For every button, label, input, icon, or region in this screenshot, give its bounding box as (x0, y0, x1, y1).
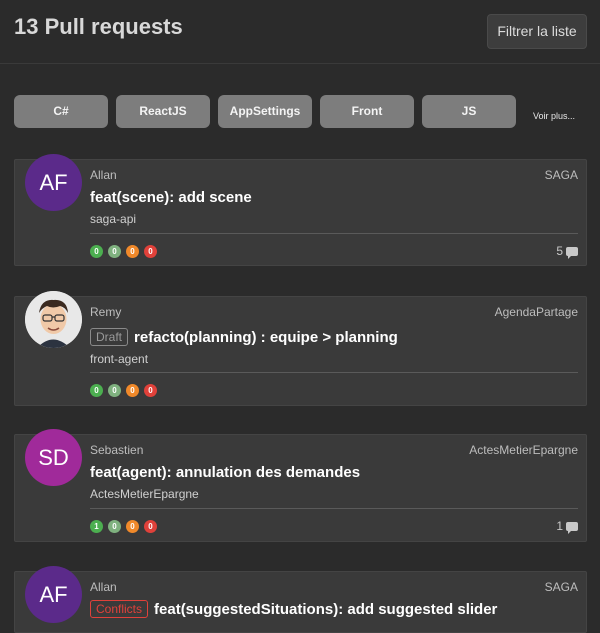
pr-repository: ActesMetierEpargne (469, 443, 578, 457)
review-status-dots: 1000 (90, 520, 162, 534)
pr-title[interactable]: feat(scene): add scene (90, 189, 252, 206)
conflicts-badge: Conflicts (90, 600, 149, 618)
pr-title-text: feat(agent): annulation des demandes (90, 464, 361, 481)
comment-count-value: 1 (556, 519, 563, 533)
pull-request-card[interactable]: AF Allan SAGA Conflicts feat(suggestedSit… (14, 566, 587, 633)
comment-bubble-icon (566, 247, 578, 259)
pr-branch: front-agent (90, 352, 149, 366)
show-more-tags-link[interactable]: Voir plus... (533, 111, 575, 121)
pr-title[interactable]: Conflicts feat(suggestedSituations): add … (90, 600, 497, 618)
tag-appsettings[interactable]: AppSettings (218, 95, 312, 128)
pull-request-card[interactable]: AF Allan SAGA feat(scene): add scene sag… (14, 154, 587, 266)
pr-title-text: refacto(planning) : equipe > planning (134, 329, 398, 346)
approved-with-suggestions-count-dot: 0 (108, 384, 121, 397)
divider (90, 233, 578, 234)
pr-repository: AgendaPartage (494, 305, 578, 319)
pr-branch: ActesMetierEpargne (90, 487, 199, 501)
pr-author: Sebastien (90, 443, 144, 457)
pull-request-card[interactable]: Remy AgendaPartage Draft refacto(planning… (14, 291, 587, 406)
filter-list-button[interactable]: Filtrer la liste (487, 14, 587, 49)
rejected-count-dot: 0 (144, 384, 157, 397)
avatar-photo-icon (25, 291, 82, 348)
review-status-dots: 0000 (90, 245, 162, 259)
waiting-count-dot: 0 (126, 384, 139, 397)
avatar: AF (25, 154, 82, 211)
divider (90, 508, 578, 509)
avatar (25, 291, 82, 348)
rejected-count-dot: 0 (144, 245, 157, 258)
avatar: AF (25, 566, 82, 623)
pr-repository: SAGA (544, 580, 578, 594)
pr-title-text: feat(scene): add scene (90, 189, 252, 206)
approved-count-dot: 0 (90, 384, 103, 397)
approved-count-dot: 1 (90, 520, 103, 533)
pr-branch: saga-api (90, 212, 137, 226)
waiting-count-dot: 0 (126, 245, 139, 258)
pr-author: Remy (90, 305, 122, 319)
comment-count: 1 (556, 519, 578, 534)
pull-request-card[interactable]: SD Sebastien ActesMetierEpargne feat(age… (14, 429, 587, 542)
page-title: 13 Pull requests (14, 14, 183, 39)
pr-repository: SAGA (544, 168, 578, 182)
approved-with-suggestions-count-dot: 0 (108, 245, 121, 258)
tag-reactjs[interactable]: ReactJS (116, 95, 210, 128)
draft-badge: Draft (90, 328, 129, 346)
divider (90, 372, 578, 373)
pr-author: Allan (90, 168, 117, 182)
tag-csharp[interactable]: C# (14, 95, 108, 128)
pr-author: Allan (90, 580, 117, 594)
avatar: SD (25, 429, 82, 486)
review-status-dots: 0000 (90, 384, 162, 398)
comment-bubble-icon (566, 522, 578, 534)
comment-count: 5 (556, 244, 578, 259)
tag-js[interactable]: JS (422, 95, 516, 128)
page-header: 13 Pull requests Filtrer la liste (0, 0, 600, 64)
approved-count-dot: 0 (90, 245, 103, 258)
pr-title[interactable]: Draft refacto(planning) : equipe > planni… (90, 328, 398, 346)
pr-title[interactable]: feat(agent): annulation des demandes (90, 464, 360, 481)
waiting-count-dot: 0 (126, 520, 139, 533)
comment-count-value: 5 (556, 244, 563, 258)
rejected-count-dot: 0 (144, 520, 157, 533)
tag-front[interactable]: Front (320, 95, 414, 128)
approved-with-suggestions-count-dot: 0 (108, 520, 121, 533)
